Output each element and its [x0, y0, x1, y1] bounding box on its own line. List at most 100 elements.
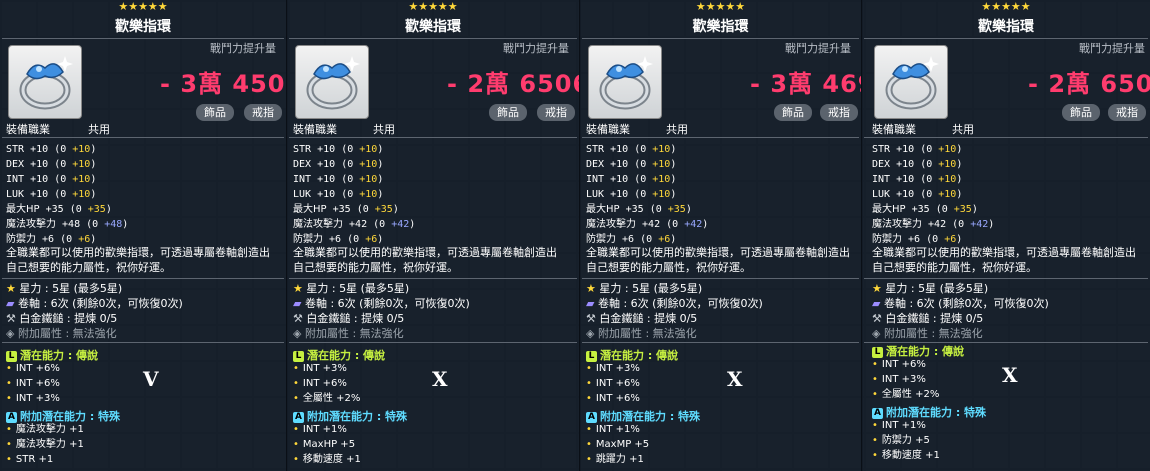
additional-grade-icon: A	[293, 411, 304, 423]
type-tag: 戒指	[537, 104, 575, 121]
star-rating: ★★★★★	[981, 0, 1031, 13]
divider	[582, 38, 859, 39]
additional-grade-icon: A	[6, 411, 17, 423]
legendary-grade-icon: L	[293, 350, 304, 362]
stat-row: 魔法攻擊力 +42 (0 +42)	[872, 219, 995, 230]
divider	[582, 137, 859, 138]
stat-row: 魔法攻擊力 +48 (0 +48)	[6, 219, 129, 230]
enhancement-info: ★ 星力 : 5星 (最多5星) ▰ 卷軸 : 6次 (剩餘0次，可恢復0次) …	[6, 281, 183, 341]
item-title: 歡樂指環	[115, 19, 171, 35]
additional-potential-line: • 移動速度 +1	[872, 450, 940, 461]
divider	[582, 342, 859, 343]
potential-line: • 全屬性 +2%	[293, 393, 361, 404]
additional-potential-line: • 魔法攻擊力 +1	[6, 439, 84, 450]
stat-row: LUK +10 (0 +10)	[6, 189, 97, 200]
stat-row: STR +10 (0 +10)	[586, 144, 677, 155]
ring-icon	[8, 45, 82, 119]
additional-potential-lines: • INT +1% • 防禦力 +5 • 移動速度 +1	[872, 418, 940, 463]
description-line: 自己想要的能力屬性，祝你好運。	[293, 261, 458, 274]
enhancement-info: ★ 星力 : 5星 (最多5星) ▰ 卷軸 : 6次 (剩餘0次，可恢復0次) …	[872, 281, 1049, 341]
stat-row: STR +10 (0 +10)	[293, 144, 384, 155]
job-value: 共用	[88, 123, 110, 136]
category-tag: 飾品	[196, 104, 234, 121]
verdict-mark: X	[1002, 363, 1018, 387]
item-title: 歡樂指環	[405, 19, 461, 35]
combat-power-label: 戰鬥力提升量	[503, 42, 569, 55]
category-tag: 飾品	[489, 104, 527, 121]
divider	[864, 38, 1148, 39]
additional-potential-line: • STR +1	[6, 454, 54, 465]
divider	[2, 38, 284, 39]
potential-lines: • INT +3% • INT +6% • INT +6%	[586, 361, 640, 406]
additional-potential-line: • 移動速度 +1	[293, 454, 361, 465]
divider	[2, 342, 284, 343]
scroll-icon: ▰	[872, 297, 881, 310]
extra-option-row: ◈ 附加屬性 : 無法強化	[586, 327, 697, 340]
stat-row: LUK +10 (0 +10)	[586, 189, 677, 200]
potential-line: • INT +6%	[872, 359, 926, 370]
stat-list: STR +10 (0 +10) DEX +10 (0 +10) INT +10 …	[6, 142, 128, 247]
divider	[289, 38, 577, 39]
type-tag: 戒指	[1108, 104, 1146, 121]
additional-potential-lines: • 魔法攻擊力 +1 • 魔法攻擊力 +1 • STR +1	[6, 422, 84, 467]
potential-line: • INT +6%	[586, 393, 640, 404]
legendary-grade-icon: L	[6, 350, 17, 362]
stat-row: INT +10 (0 +10)	[6, 174, 97, 185]
item-tooltip: ★★★★★ 歡樂指環 戰鬥力提升量 - 2萬 6506 飾品 戒指 裝備職業 共…	[287, 0, 581, 471]
job-label: 裝備職業	[293, 123, 337, 136]
extra-option-row: ◈ 附加屬性 : 無法強化	[293, 327, 404, 340]
divider	[582, 278, 859, 279]
star-force-row: ★ 星力 : 5星 (最多5星)	[872, 282, 989, 295]
extra-option-icon: ◈	[872, 327, 881, 340]
divider	[289, 137, 577, 138]
additional-grade-icon: A	[872, 407, 883, 419]
extra-option-icon: ◈	[293, 327, 302, 340]
scroll-icon: ▰	[6, 297, 15, 310]
star-force-row: ★ 星力 : 5星 (最多5星)	[586, 282, 703, 295]
divider	[289, 278, 577, 279]
hammer-row: ⚒ 白金鐵鎚 : 提煉 0/5	[293, 312, 405, 325]
scroll-icon: ▰	[586, 297, 595, 310]
stat-row: INT +10 (0 +10)	[872, 174, 963, 185]
star-force-row: ★ 星力 : 5星 (最多5星)	[6, 282, 123, 295]
legendary-grade-icon: L	[872, 346, 883, 358]
extra-option-row: ◈ 附加屬性 : 無法強化	[872, 327, 983, 340]
description-line: 全職業都可以使用的歡樂指環，可透過專屬卷軸創造出	[586, 246, 850, 259]
potential-lines: • INT +3% • INT +6% • 全屬性 +2%	[293, 361, 360, 406]
category-tag: 飾品	[774, 104, 812, 121]
stat-row: INT +10 (0 +10)	[293, 174, 384, 185]
potential-line: • INT +3%	[6, 393, 60, 404]
divider	[289, 342, 577, 343]
stat-row: 最大HP +35 (0 +35)	[586, 204, 692, 215]
combat-power-label: 戰鬥力提升量	[210, 42, 276, 55]
stat-list: STR +10 (0 +10) DEX +10 (0 +10) INT +10 …	[293, 142, 415, 247]
additional-potential-line: • 防禦力 +5	[872, 435, 930, 446]
enhancement-info: ★ 星力 : 5星 (最多5星) ▰ 卷軸 : 6次 (剩餘0次，可恢復0次) …	[293, 281, 470, 341]
stat-row: 最大HP +35 (0 +35)	[6, 204, 112, 215]
ring-icon	[295, 45, 369, 119]
stat-row: 魔法攻擊力 +42 (0 +42)	[293, 219, 416, 230]
combat-power-label: 戰鬥力提升量	[785, 42, 851, 55]
potential-line: • INT +3%	[586, 363, 640, 374]
stat-list: STR +10 (0 +10) DEX +10 (0 +10) INT +10 …	[586, 142, 708, 247]
stat-row: DEX +10 (0 +10)	[872, 159, 963, 170]
potential-line: • INT +6%	[6, 378, 60, 389]
verdict-mark: V	[143, 367, 159, 391]
stat-row: STR +10 (0 +10)	[872, 144, 963, 155]
scroll-row: ▰ 卷軸 : 6次 (剩餘0次，可恢復0次)	[293, 297, 470, 310]
job-label: 裝備職業	[6, 123, 50, 136]
additional-grade-icon: A	[586, 411, 597, 423]
stat-row: INT +10 (0 +10)	[586, 174, 677, 185]
description-line: 自己想要的能力屬性，祝你好運。	[6, 261, 171, 274]
description-line: 全職業都可以使用的歡樂指環，可透過專屬卷軸創造出	[872, 246, 1136, 259]
hammer-icon: ⚒	[872, 312, 882, 325]
extra-option-icon: ◈	[6, 327, 15, 340]
stat-row: 最大HP +35 (0 +35)	[872, 204, 978, 215]
stat-row: DEX +10 (0 +10)	[6, 159, 97, 170]
description-line: 自己想要的能力屬性，祝你好運。	[586, 261, 751, 274]
item-title: 歡樂指環	[978, 19, 1034, 35]
scroll-row: ▰ 卷軸 : 6次 (剩餘0次，可恢復0次)	[6, 297, 183, 310]
potential-line: • INT +6%	[293, 378, 347, 389]
ring-icon	[874, 45, 948, 119]
additional-potential-line: • 跳躍力 +1	[586, 454, 644, 465]
